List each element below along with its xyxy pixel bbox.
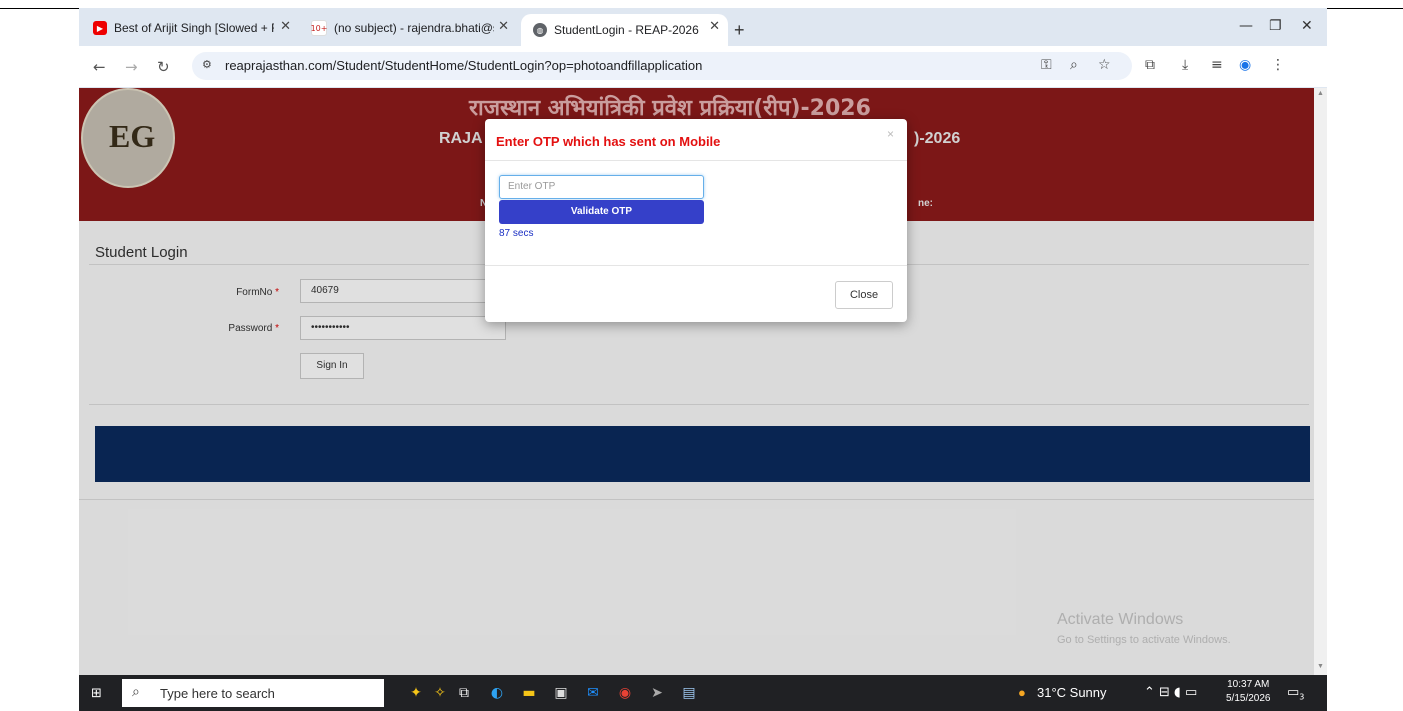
tab-studentlogin[interactable]: ◍ StudentLogin - REAP-2026 ✕ xyxy=(521,14,728,46)
tab-title: StudentLogin - REAP-2026 xyxy=(554,23,699,37)
tab-title: Best of Arijit Singh [Slowed + R xyxy=(114,21,274,35)
windows-start-icon[interactable]: ⊞ xyxy=(91,686,102,701)
close-tab-icon[interactable]: ✕ xyxy=(709,19,720,34)
otp-input-wrapper xyxy=(499,175,706,199)
tab-title: (no subject) - rajendra.bhati@s xyxy=(334,21,494,35)
notification-icon[interactable]: ▭3 xyxy=(1287,685,1304,702)
weather-icon[interactable]: ● xyxy=(1018,685,1026,700)
screen: ▶ Best of Arijit Singh [Slowed + R ✕ 10+… xyxy=(0,0,1403,711)
copilot-sparkle-icon[interactable]: ✧ xyxy=(430,683,450,703)
search-icon: ⌕ xyxy=(132,684,140,700)
modal-title: Enter OTP which has sent on Mobile xyxy=(496,134,721,149)
page-scrollbar[interactable]: ▲ ▼ xyxy=(1314,88,1327,675)
scroll-up-icon[interactable]: ▲ xyxy=(1317,90,1324,97)
app-icon[interactable]: ➤ xyxy=(647,683,667,703)
back-icon[interactable]: ← xyxy=(93,58,106,76)
reading-list-icon[interactable]: ≡ xyxy=(1211,57,1223,73)
url-text: reaprajasthan.com/Student/StudentHome/St… xyxy=(225,58,703,73)
clock-date: 5/15/2026 xyxy=(1226,693,1271,704)
close-button[interactable]: Close xyxy=(835,281,893,309)
forward-icon[interactable]: → xyxy=(125,58,138,76)
profile-icon[interactable]: ◉ xyxy=(1239,57,1251,73)
youtube-icon: ▶ xyxy=(93,21,107,35)
chrome-icon[interactable]: ◉ xyxy=(615,683,635,703)
file-explorer-icon[interactable]: ▬ xyxy=(519,683,539,703)
edge-icon[interactable]: ◐ xyxy=(487,683,507,703)
windows-taskbar: ⊞ ⌕ Type here to search ✦ ✧ ⧉ ◐ ▬ ▣ ✉ ◉ … xyxy=(79,675,1327,711)
tray-icons[interactable]: ⌃ ⊟ ◖ ▭ xyxy=(1144,685,1197,700)
divider xyxy=(485,160,907,161)
menu-icon[interactable]: ⋮ xyxy=(1271,57,1285,73)
new-tab-button[interactable]: + xyxy=(734,20,745,41)
minimize-icon[interactable]: — xyxy=(1239,18,1253,34)
close-tab-icon[interactable]: ✕ xyxy=(280,19,291,34)
taskbar-search-placeholder: Type here to search xyxy=(160,686,275,701)
scroll-down-icon[interactable]: ▼ xyxy=(1317,663,1324,670)
frame-line-left xyxy=(0,8,79,9)
close-tab-icon[interactable]: ✕ xyxy=(498,19,509,34)
password-key-icon[interactable]: ⚿ xyxy=(1041,57,1052,73)
otp-input[interactable] xyxy=(500,176,706,197)
otp-modal: Enter OTP which has sent on Mobile × Val… xyxy=(485,119,907,322)
close-window-icon[interactable]: ✕ xyxy=(1301,18,1313,34)
tab-strip: ▶ Best of Arijit Singh [Slowed + R ✕ 10+… xyxy=(79,8,1327,46)
modal-close-icon[interactable]: × xyxy=(887,127,894,141)
task-view-icon[interactable]: ⧉ xyxy=(454,683,474,703)
weather-text[interactable]: 31°C Sunny xyxy=(1037,685,1107,700)
clock[interactable]: 10:37 AM 5/15/2026 xyxy=(1226,678,1271,706)
lens-icon[interactable]: ⧉ xyxy=(1145,57,1155,73)
browser-window: ▶ Best of Arijit Singh [Slowed + R ✕ 10+… xyxy=(79,8,1327,711)
store-icon[interactable]: ▣ xyxy=(551,683,571,703)
reload-icon[interactable]: ↻ xyxy=(157,58,170,76)
divider xyxy=(485,265,907,266)
clock-time: 10:37 AM xyxy=(1227,679,1270,690)
bookmark-star-icon[interactable]: ☆ xyxy=(1098,57,1111,73)
validate-otp-button[interactable]: Validate OTP xyxy=(499,200,704,224)
tab-gmail[interactable]: 10+ (no subject) - rajendra.bhati@s ✕ xyxy=(311,14,517,42)
address-bar[interactable]: ⚙ reaprajasthan.com/Student/StudentHome/… xyxy=(192,52,1132,80)
zoom-icon[interactable]: ⌕ xyxy=(1070,57,1078,73)
copilot-sparkle-icon[interactable]: ✦ xyxy=(406,683,426,703)
globe-icon: ◍ xyxy=(533,23,547,37)
mail-icon[interactable]: ✉ xyxy=(583,683,603,703)
taskbar-search[interactable]: ⌕ Type here to search xyxy=(122,679,384,707)
gmail-icon: 10+ xyxy=(311,20,327,36)
otp-countdown: 87 secs xyxy=(499,228,534,239)
restore-icon[interactable]: ❐ xyxy=(1269,18,1282,34)
word-icon[interactable]: ▤ xyxy=(679,683,699,703)
frame-line-right xyxy=(1327,8,1403,9)
site-info-icon[interactable]: ⚙ xyxy=(202,58,212,71)
download-icon[interactable]: ⤓ xyxy=(1182,57,1188,73)
browser-toolbar: ← → ↻ ⚙ reaprajasthan.com/Student/Studen… xyxy=(79,46,1327,87)
tab-youtube[interactable]: ▶ Best of Arijit Singh [Slowed + R ✕ xyxy=(93,14,299,42)
